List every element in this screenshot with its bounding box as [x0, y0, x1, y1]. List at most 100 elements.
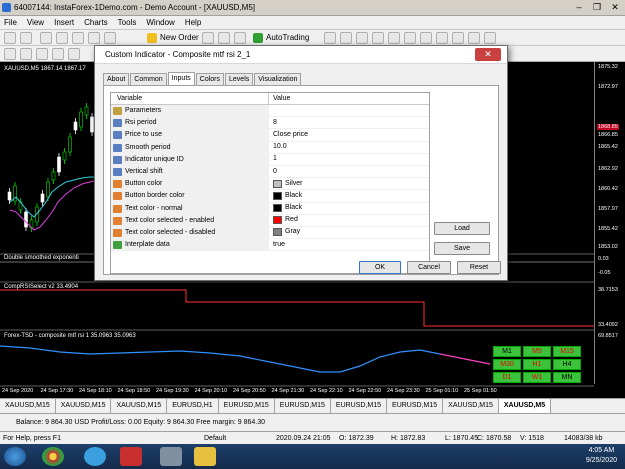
price-scale[interactable]: 1875.32 1872.97 1868.85 1866.85 1865.42 …	[594, 62, 625, 384]
folder-icon[interactable]	[160, 447, 182, 466]
table-row[interactable]: Indicator unique ID 1	[111, 153, 429, 166]
system-clock[interactable]: 4:05 AM 9/25/2020	[586, 446, 617, 466]
value-cell[interactable]	[269, 105, 273, 116]
profiles-icon[interactable]	[20, 32, 32, 44]
timeframe-button-m30[interactable]: M30	[493, 359, 521, 370]
tab-colors[interactable]: Colors	[195, 73, 225, 85]
chart-tab[interactable]: EURUSD,H1	[167, 399, 219, 413]
terminal-icon[interactable]	[88, 32, 100, 44]
zoom-in-icon[interactable]	[372, 32, 384, 44]
minimize-icon[interactable]: –	[571, 2, 587, 14]
value-cell[interactable]: Red	[269, 215, 298, 226]
timeframe-button-m5[interactable]: M5	[523, 346, 551, 357]
signals-icon[interactable]	[234, 32, 246, 44]
cancel-button[interactable]: Cancel	[407, 261, 451, 274]
templates-icon[interactable]	[484, 32, 496, 44]
autotrading-button[interactable]: AutoTrading	[252, 32, 309, 44]
chrome-icon[interactable]	[42, 447, 64, 466]
bar-chart-icon[interactable]	[324, 32, 336, 44]
explorer-icon[interactable]	[194, 447, 216, 466]
menu-file[interactable]: File	[4, 16, 17, 29]
chart-shift-icon[interactable]	[436, 32, 448, 44]
table-row[interactable]: Text color selected - disabled Gray	[111, 226, 429, 240]
value-cell[interactable]: 0	[269, 166, 277, 177]
candlestick-icon[interactable]	[340, 32, 352, 44]
table-row[interactable]: Button border color Black	[111, 190, 429, 203]
chart-tab[interactable]: EURUSD,M15	[331, 399, 388, 413]
vertical-line-icon[interactable]	[36, 48, 48, 60]
data-window-icon[interactable]	[56, 32, 68, 44]
timeframe-button-m15[interactable]: M15	[553, 346, 581, 357]
tester-icon[interactable]	[104, 32, 116, 44]
chart-tab[interactable]: XAUUSD,M15	[56, 399, 112, 413]
menu-view[interactable]: View	[27, 16, 44, 29]
table-row[interactable]: Smooth period 10.0	[111, 141, 429, 154]
menu-insert[interactable]: Insert	[54, 16, 74, 29]
skype-icon[interactable]	[84, 447, 106, 466]
table-row[interactable]: Parameters	[111, 105, 429, 118]
chart-tab[interactable]: XAUUSD,M15	[111, 399, 168, 413]
reset-button[interactable]: Reset	[457, 261, 501, 274]
chart-tab[interactable]: XAUUSD,M5	[498, 399, 552, 413]
timeframe-button-m1[interactable]: M1	[493, 346, 521, 357]
table-row[interactable]: Text color - normal Black	[111, 202, 429, 215]
menu-charts[interactable]: Charts	[84, 16, 108, 29]
chart-tab[interactable]: EURUSD,M15	[275, 399, 331, 413]
tab-inputs[interactable]: Inputs	[167, 72, 195, 85]
value-cell[interactable]: true	[269, 239, 285, 250]
menu-help[interactable]: Help	[185, 16, 201, 29]
tab-levels[interactable]: Levels	[225, 73, 254, 85]
value-cell[interactable]: Gray	[269, 227, 300, 238]
timeframe-button-w1[interactable]: W1	[523, 372, 551, 383]
new-chart-icon[interactable]	[4, 32, 16, 44]
menu-tools[interactable]: Tools	[118, 16, 137, 29]
tab-about[interactable]: About	[103, 73, 130, 85]
close-icon[interactable]: ✕	[607, 2, 623, 14]
line-chart-icon[interactable]	[356, 32, 368, 44]
table-row[interactable]: Price to use Close price	[111, 129, 429, 142]
market-watch-icon[interactable]	[40, 32, 52, 44]
app-icon-red[interactable]	[120, 447, 142, 466]
horizontal-line-icon[interactable]	[52, 48, 64, 60]
chart-tab[interactable]: XAUUSD,M15	[0, 399, 56, 413]
value-cell[interactable]: Black	[269, 190, 302, 201]
table-row[interactable]: Vertical shift 0	[111, 165, 429, 179]
indicators-icon[interactable]	[452, 32, 464, 44]
menu-window[interactable]: Window	[146, 16, 174, 29]
table-row[interactable]: Rsi period 8	[111, 117, 429, 130]
navigator-icon[interactable]	[72, 32, 84, 44]
value-cell[interactable]: 10.0	[269, 142, 287, 153]
value-cell[interactable]: 1	[269, 154, 277, 165]
crosshair-icon[interactable]	[20, 48, 32, 60]
load-button[interactable]: Load	[434, 222, 490, 235]
zoom-out-icon[interactable]	[388, 32, 400, 44]
maximize-icon[interactable]: ❐	[589, 2, 605, 14]
chart-tab[interactable]: EURUSD,M15	[219, 399, 275, 413]
value-cell[interactable]: Close price	[269, 129, 308, 140]
table-row[interactable]: Button color Silver	[111, 178, 429, 191]
metaeditor-icon[interactable]	[202, 32, 214, 44]
chart-tab[interactable]: XAUUSD,M15	[443, 399, 499, 413]
tile-windows-icon[interactable]	[404, 32, 416, 44]
periods-icon[interactable]	[468, 32, 480, 44]
timeframe-button-d1[interactable]: D1	[493, 372, 521, 383]
tab-visualization[interactable]: Visualization	[254, 73, 302, 85]
new-order-button[interactable]: New Order	[146, 32, 199, 44]
save-button[interactable]: Save	[434, 242, 490, 255]
cursor-icon[interactable]	[4, 48, 16, 60]
table-row[interactable]: Text color selected - enabled Red	[111, 214, 429, 227]
value-cell[interactable]: Black	[269, 203, 302, 214]
tab-common[interactable]: Common	[130, 73, 167, 85]
autoscroll-icon[interactable]	[420, 32, 432, 44]
dialog-close-button[interactable]: ✕	[475, 48, 501, 61]
value-cell[interactable]: Silver	[269, 178, 303, 189]
chart-tab[interactable]: EURUSD,M15	[387, 399, 444, 413]
timeframe-button-h1[interactable]: H1	[523, 359, 551, 370]
value-cell[interactable]: 8	[269, 117, 277, 128]
timeframe-button-h4[interactable]: H4	[553, 359, 581, 370]
start-icon[interactable]	[4, 447, 26, 466]
timeframe-button-mn[interactable]: MN	[553, 372, 581, 383]
ok-button[interactable]: OK	[359, 261, 401, 274]
trendline-icon[interactable]	[68, 48, 80, 60]
options-icon[interactable]	[218, 32, 230, 44]
